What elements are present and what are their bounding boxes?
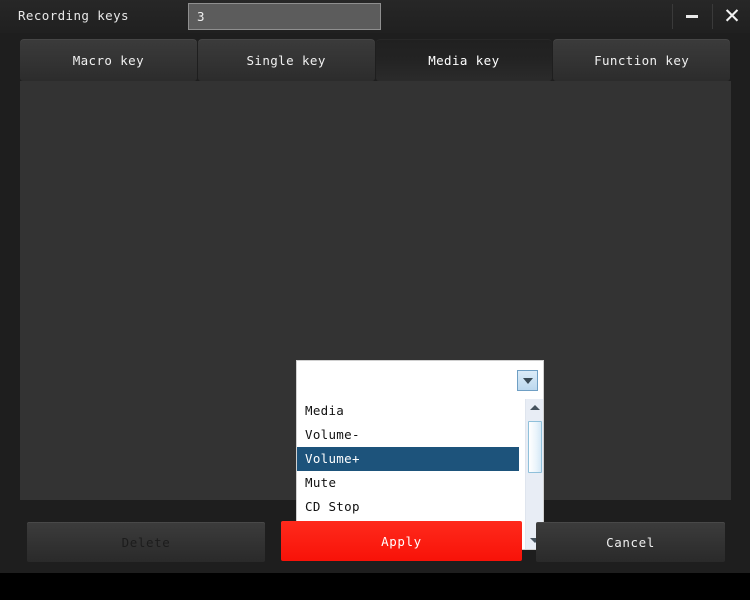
tab-bar: Macro key Single key Media key Function … xyxy=(20,39,730,81)
chevron-down-icon xyxy=(522,377,533,384)
scrollbar-thumb[interactable] xyxy=(528,421,542,473)
apply-button[interactable]: Apply xyxy=(281,521,522,561)
bottom-strip xyxy=(0,573,750,600)
cancel-button-label: Cancel xyxy=(606,534,655,550)
tab-label: Macro key xyxy=(72,52,145,68)
recording-keys-input[interactable] xyxy=(188,3,381,30)
tab-function-key[interactable]: Function key xyxy=(553,39,730,81)
caret-up-icon xyxy=(529,405,540,410)
list-item[interactable]: Media xyxy=(297,399,519,423)
dropdown-header[interactable] xyxy=(297,361,543,399)
content-panel: Media Volume- Volume+ Mute CD Stop Prev … xyxy=(20,81,731,550)
tab-single-key[interactable]: Single key xyxy=(197,39,375,81)
close-icon: ✕ xyxy=(723,5,741,28)
scrollbar-up-button[interactable] xyxy=(526,399,543,416)
list-item[interactable]: CD Stop xyxy=(297,495,519,519)
apply-button-label: Apply xyxy=(381,533,422,549)
delete-button-label: Delete xyxy=(121,534,171,550)
tab-media-key[interactable]: Media key xyxy=(375,39,553,81)
tab-label: Single key xyxy=(246,52,326,68)
minimize-icon xyxy=(686,15,698,18)
tab-label: Media key xyxy=(428,52,500,68)
page-title: Recording keys xyxy=(18,8,129,23)
tab-macro-key[interactable]: Macro key xyxy=(20,39,197,81)
list-item[interactable]: Volume+ xyxy=(297,447,519,471)
list-item[interactable]: Volume- xyxy=(297,423,519,447)
list-item[interactable]: Mute xyxy=(297,471,519,495)
delete-button[interactable]: Delete xyxy=(27,522,265,562)
tab-label: Function key xyxy=(594,52,690,68)
app-root: Recording keys ✕ Macro key Single key Me… xyxy=(0,0,750,600)
dropdown-toggle-button[interactable] xyxy=(517,370,538,391)
recording-keys-window: Recording keys ✕ Macro key Single key Me… xyxy=(0,0,750,573)
cancel-button[interactable]: Cancel xyxy=(536,522,725,562)
minimize-button[interactable] xyxy=(672,0,712,33)
title-bar: Recording keys ✕ xyxy=(0,0,750,33)
close-button[interactable]: ✕ xyxy=(712,0,750,33)
